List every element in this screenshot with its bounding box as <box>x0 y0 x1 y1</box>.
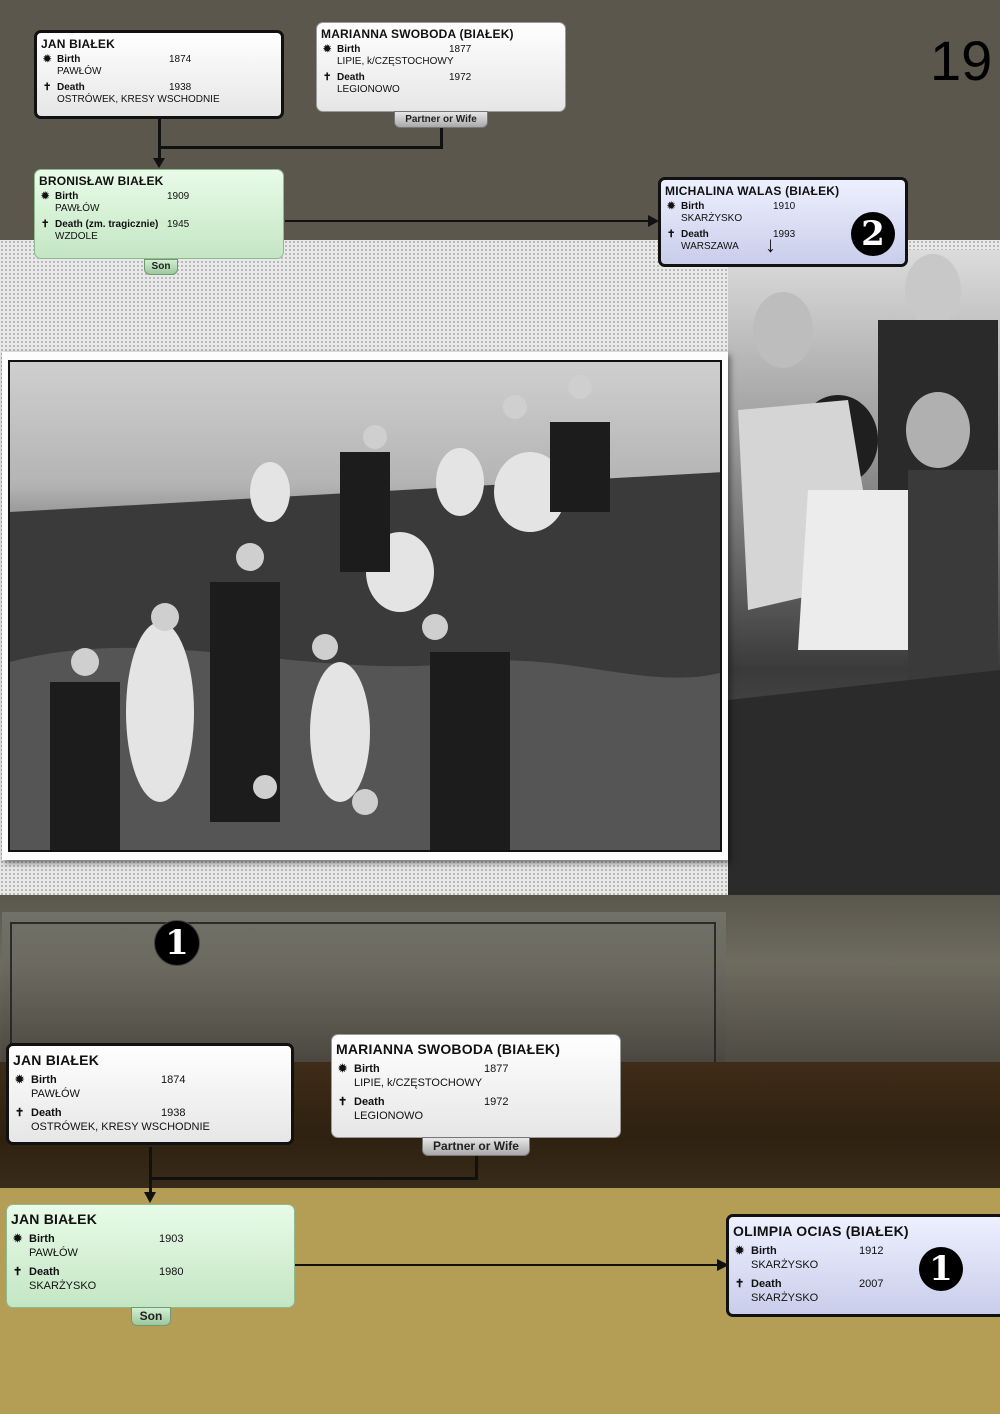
birth-label: Birth <box>29 1233 55 1245</box>
birth-place: PAWŁÓW <box>31 1088 80 1100</box>
birth-icon: ✹ <box>323 44 332 55</box>
birth-label: Birth <box>751 1245 777 1257</box>
birth-label: Birth <box>681 201 705 212</box>
birth-label: Birth <box>354 1063 380 1075</box>
death-year: 1980 <box>159 1266 184 1278</box>
birth-icon: ✹ <box>735 1245 745 1257</box>
person-name: BRONISŁAW BIAŁEK <box>39 174 164 188</box>
person-name: MARIANNA SWOBODA (BIAŁEK) <box>321 27 514 41</box>
death-label: Death <box>31 1107 62 1119</box>
person-card-marianna-swoboda[interactable]: MARIANNA SWOBODA (BIAŁEK) ✹ Birth 1877 L… <box>316 22 566 112</box>
relationship-tag: Son <box>144 259 178 275</box>
birth-icon: ✹ <box>43 54 52 65</box>
death-icon: ✝ <box>323 72 332 83</box>
birth-place: LIPIE, k/CZĘSTOCHOWY <box>337 56 454 67</box>
person-name: MICHALINA WALAS (BIAŁEK) <box>665 184 840 198</box>
death-place: LEGIONOWO <box>337 84 400 95</box>
relationship-tag: Partner or Wife <box>394 111 488 128</box>
death-place: OSTRÓWEK, KRESY WSCHODNIE <box>31 1121 210 1133</box>
person-card-michalina-walas[interactable]: MICHALINA WALAS (BIAŁEK) ✹ Birth 1910 SK… <box>658 177 908 267</box>
death-place: SKARŻYSKO <box>29 1280 97 1292</box>
birth-icon: ✹ <box>41 191 50 202</box>
death-label: Death <box>57 82 85 93</box>
death-year: 1972 <box>484 1096 509 1108</box>
birth-year: 1874 <box>161 1074 186 1086</box>
birth-label: Birth <box>337 44 361 55</box>
person-card-jan-bialek[interactable]: JAN BIAŁEK ✹ Birth 1874 PAWŁÓW ✝ Death 1… <box>6 1043 294 1145</box>
birth-place: LIPIE, k/CZĘSTOCHOWY <box>354 1077 483 1089</box>
number-badge: 1 <box>154 920 200 966</box>
background-photo <box>728 250 1000 895</box>
relationship-tag: Son <box>131 1307 171 1326</box>
birth-year: 1909 <box>167 191 190 202</box>
death-icon: ✝ <box>735 1278 745 1290</box>
arrow-down-icon <box>153 158 165 168</box>
death-year: 1993 <box>773 229 796 240</box>
birth-year: 1910 <box>773 201 796 212</box>
death-place: OSTRÓWEK, KRESY WSCHODNIE <box>57 94 220 105</box>
death-icon: ✝ <box>41 219 50 230</box>
birth-year: 1874 <box>169 54 192 65</box>
birth-place: PAWŁÓW <box>55 203 100 214</box>
number-badge: 2 <box>851 212 895 256</box>
birth-place: PAWŁÓW <box>29 1247 78 1259</box>
death-place: LEGIONOWO <box>354 1110 424 1122</box>
birth-label: Birth <box>57 54 81 65</box>
death-year: 1938 <box>169 82 192 93</box>
connector-line <box>285 220 650 222</box>
birth-icon: ✹ <box>338 1063 348 1075</box>
person-card-marianna-swoboda[interactable]: MARIANNA SWOBODA (BIAŁEK) ✹ Birth 1877 L… <box>331 1034 621 1138</box>
death-icon: ✝ <box>667 229 676 240</box>
birth-label: Birth <box>55 191 79 202</box>
person-name: JAN BIAŁEK <box>11 1211 98 1227</box>
group-photo <box>2 352 728 860</box>
death-place: SKARŻYSKO <box>751 1292 819 1304</box>
person-card-jan-bialek-son[interactable]: JAN BIAŁEK ✹ Birth 1903 PAWŁÓW ✝ Death 1… <box>6 1204 295 1308</box>
connector-line <box>158 146 442 149</box>
death-label: Death <box>751 1278 782 1290</box>
number-badge: 1 <box>919 1247 963 1291</box>
person-card-bronislaw-bialek[interactable]: BRONISŁAW BIAŁEK ✹ Birth 1909 PAWŁÓW ✝ D… <box>34 169 284 259</box>
death-icon: ✝ <box>15 1107 25 1119</box>
birth-icon: ✹ <box>667 201 676 212</box>
death-label: Death <box>681 229 709 240</box>
birth-icon: ✹ <box>13 1233 23 1245</box>
death-year: 1945 <box>167 219 190 230</box>
arrow-down-icon: ↓ <box>765 232 776 257</box>
birth-year: 1877 <box>449 44 472 55</box>
death-icon: ✝ <box>338 1096 348 1108</box>
death-icon: ✝ <box>43 82 52 93</box>
death-year: 2007 <box>859 1278 884 1290</box>
death-place: WZDOLE <box>55 231 98 242</box>
death-year: 1938 <box>161 1107 186 1119</box>
connector-line <box>149 1147 152 1195</box>
person-card-olimpia-ocias[interactable]: OLIMPIA OCIAS (BIAŁEK) ✹ Birth 1912 SKAR… <box>726 1214 1000 1317</box>
death-icon: ✝ <box>13 1266 23 1278</box>
person-name: JAN BIAŁEK <box>41 37 116 51</box>
arrow-down-icon <box>144 1192 156 1203</box>
birth-icon: ✹ <box>15 1074 25 1086</box>
death-label: Death <box>354 1096 385 1108</box>
connector-line <box>295 1264 719 1266</box>
birth-year: 1877 <box>484 1063 509 1075</box>
death-label: Death (zm. tragicznie) <box>55 219 159 230</box>
death-year: 1972 <box>449 72 472 83</box>
person-name: MARIANNA SWOBODA (BIAŁEK) <box>336 1041 561 1057</box>
death-label: Death <box>29 1266 60 1278</box>
relationship-tag: Partner or Wife <box>422 1137 530 1156</box>
death-label: Death <box>337 72 365 83</box>
birth-year: 1903 <box>159 1233 184 1245</box>
year-label: 19 <box>930 29 993 92</box>
birth-place: PAWŁÓW <box>57 66 102 77</box>
connector-line <box>158 118 161 160</box>
person-name: OLIMPIA OCIAS (BIAŁEK) <box>733 1223 909 1239</box>
person-card-jan-bialek[interactable]: JAN BIAŁEK ✹ Birth 1874 PAWŁÓW ✝ Death 1… <box>34 30 284 119</box>
connector-line <box>475 1152 478 1180</box>
connector-line <box>149 1177 477 1180</box>
person-name: JAN BIAŁEK <box>13 1052 100 1068</box>
birth-label: Birth <box>31 1074 57 1086</box>
birth-year: 1912 <box>859 1245 884 1257</box>
